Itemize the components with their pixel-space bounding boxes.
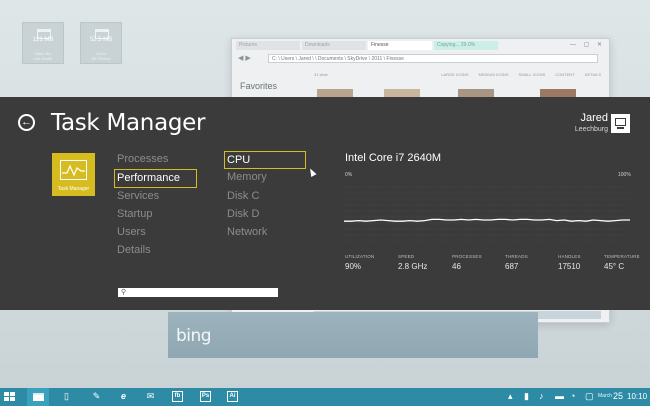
stat-value: 2.8 GHz [398, 262, 428, 271]
stat-temperature: TEMPERATURE 45° C [604, 254, 640, 271]
menu-item-startup[interactable]: Startup [117, 206, 197, 224]
back-arrow-icon[interactable]: ← [18, 114, 35, 131]
stat-handles: HANDLES 17510 [558, 254, 581, 271]
wrench-icon[interactable]: ✎ [91, 391, 102, 402]
user-org: Leechburg [574, 126, 608, 133]
favorites-heading[interactable]: Favorites [240, 81, 277, 91]
stat-label: THREADS [505, 254, 528, 259]
search-input[interactable]: ⚲ [118, 288, 278, 297]
file-size-label: 121 MB [32, 37, 54, 43]
stat-label: UTILIZATION [345, 254, 375, 259]
bing-logo: bing [176, 326, 212, 346]
avatar[interactable] [611, 114, 630, 133]
tile-label: Task Manager [57, 186, 90, 192]
monitor-stand [617, 127, 624, 129]
tab-finesse[interactable]: Finesse [368, 41, 432, 50]
folder-icon [33, 393, 44, 401]
tab-downloads[interactable]: Downloads [302, 41, 366, 50]
menu-item-services[interactable]: Services [117, 188, 197, 206]
stat-label: SPEED [398, 254, 415, 259]
alarm-icon[interactable]: ◔ [570, 391, 575, 402]
browser-tab-strip: Pictures Downloads Finesse Copying... 29… [236, 41, 498, 50]
page-title: Task Manager [51, 110, 206, 136]
view-options-bar: 31 slide LARGE ICONS MEDIUM ICONS SMALL … [314, 72, 601, 78]
user-name: Jared [580, 112, 608, 124]
volume-icon[interactable]: ♪ [539, 391, 544, 402]
menu-item-memory[interactable]: Memory [227, 169, 306, 187]
stat-value: 45° C [604, 262, 625, 271]
view-content[interactable]: CONTENT [555, 72, 574, 78]
task-manager-tile: Task Manager [52, 153, 95, 196]
date-day[interactable]: 25 [613, 391, 623, 401]
view-medium-icons[interactable]: MEDIUM ICONS [479, 72, 509, 78]
view-large-icons[interactable]: LARGE ICONS [441, 72, 468, 78]
file-detail: Video AE Photos [91, 51, 111, 61]
show-hidden-icon[interactable]: ▴ [508, 391, 513, 402]
thumbnail[interactable] [458, 89, 494, 97]
view-details[interactable]: DETAILS [585, 72, 601, 78]
stat-threads: THREADS 687 [505, 254, 528, 271]
graph-scale-max: 100% [618, 172, 631, 178]
stat-processes: PROCESSES 46 [452, 254, 482, 271]
graph-scale-min: 0% [345, 172, 353, 178]
monitor-icon [615, 118, 626, 126]
stat-value: 687 [505, 262, 519, 271]
cpu-model-label: Intel Core i7 2640M [345, 152, 441, 164]
item-count: 31 slide [314, 72, 328, 77]
stat-label: TEMPERATURE [604, 254, 640, 259]
desktop-file-tile[interactable]: 52.5 MB Video AE Photos [80, 22, 122, 64]
pulse-chart-icon [60, 160, 87, 180]
menu-item-users[interactable]: Users [117, 224, 197, 242]
menu-item-network[interactable]: Network [227, 224, 306, 242]
thumbnail[interactable] [317, 89, 353, 97]
primary-menu: Processes Performance Services Startup U… [114, 151, 197, 261]
window-controls[interactable]: — ▢ ✕ [570, 41, 605, 48]
view-small-icons[interactable]: SMALL ICONS [519, 72, 546, 78]
address-bar[interactable]: C: \ Users \ Jared \ \ Documents \ SkyDr… [268, 54, 598, 63]
taskbar-file-explorer[interactable] [27, 388, 49, 406]
network-icon[interactable]: ▮ [524, 391, 529, 402]
start-windows-icon[interactable] [4, 392, 15, 402]
menu-item-performance[interactable]: Performance [114, 169, 197, 188]
menu-item-processes[interactable]: Processes [117, 151, 197, 169]
file-size-label: 52.5 MB [89, 37, 113, 43]
menu-item-cpu[interactable]: CPU [224, 151, 306, 170]
stat-utilization: UTILIZATION 90% [345, 254, 374, 271]
thumbnail[interactable] [384, 89, 420, 97]
nav-arrows-icon[interactable]: ◀ ▶ [238, 54, 251, 62]
stat-label: HANDLES [558, 254, 581, 259]
thumbnail[interactable] [540, 89, 576, 97]
stat-value: 90% [345, 262, 362, 271]
phone-icon[interactable]: ▯ [61, 391, 72, 402]
illustrator-icon[interactable]: Ai [227, 391, 238, 402]
menu-item-disk-c[interactable]: Disk C [227, 188, 306, 206]
photoshop-icon[interactable]: Ps [200, 391, 211, 402]
stat-value: 17510 [558, 262, 581, 271]
task-manager-panel: ← Task Manager Jared Leechburg Task Mana… [0, 97, 650, 310]
menu-item-disk-d[interactable]: Disk D [227, 206, 306, 224]
stat-value: 46 [452, 262, 461, 271]
tab-copying[interactable]: Copying... 29.0% [434, 41, 498, 50]
internet-explorer-icon[interactable]: e [118, 391, 129, 402]
battery-icon[interactable]: ▬ [555, 391, 564, 402]
cpu-usage-graph [344, 181, 630, 241]
stat-speed: SPEED 2.8 GHz [398, 254, 427, 271]
search-icon: ⚲ [121, 289, 127, 296]
mouse-cursor-icon [307, 167, 317, 177]
mail-icon[interactable]: ✉ [145, 391, 156, 402]
tab-pictures[interactable]: Pictures [236, 41, 300, 50]
resource-menu: CPU Memory Disk C Disk D Network [224, 151, 306, 242]
stat-label: PROCESSES [452, 254, 482, 259]
notification-icon[interactable]: ▢ [585, 391, 594, 402]
store-icon[interactable]: fb [172, 391, 183, 402]
menu-item-details[interactable]: Details [117, 242, 197, 260]
clock[interactable]: 10:10 [627, 392, 647, 401]
date-month[interactable]: March [598, 393, 612, 399]
cpu-usage-line [344, 218, 630, 222]
desktop-file-tile[interactable]: 121 MB Video Bin Lee Smith [22, 22, 64, 64]
file-detail: Video Bin Lee Smith [33, 51, 52, 61]
taskbar: ▯ ✎ e ✉ fb Ps Ai ▴ ▮ ♪ ▬ ◔ ▢ March 25 10… [0, 388, 650, 406]
bing-image-window[interactable]: bing [168, 312, 538, 358]
